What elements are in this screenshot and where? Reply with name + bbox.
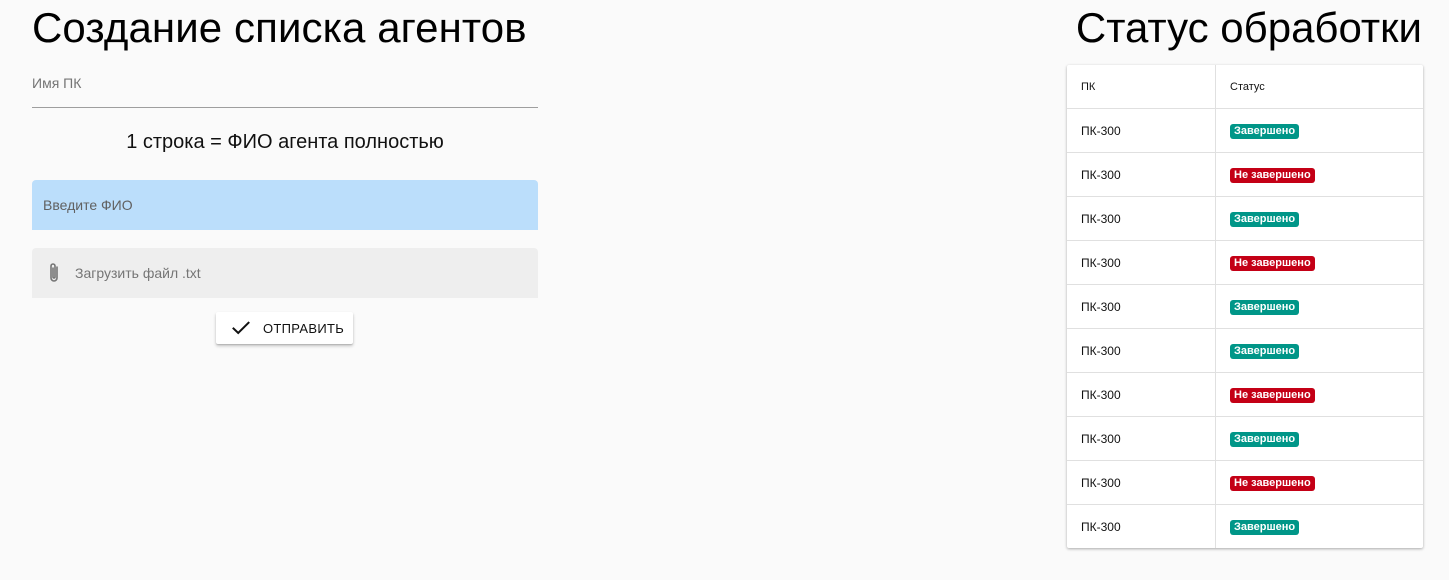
status-cell: Завершено bbox=[1215, 196, 1423, 241]
paperclip-icon bbox=[43, 261, 65, 285]
table-row: ПК-300 Не завершено bbox=[1067, 372, 1423, 417]
status-cell: Не завершено bbox=[1215, 372, 1423, 417]
status-badge: Не завершено bbox=[1230, 387, 1315, 403]
pc-cell: ПК-300 bbox=[1067, 328, 1216, 373]
status-badge: Не завершено bbox=[1230, 475, 1315, 491]
page-title: Создание списка агентов bbox=[32, 4, 527, 51]
table-row: ПК-300 Не завершено bbox=[1067, 240, 1423, 285]
status-badge: Завершено bbox=[1230, 343, 1300, 359]
status-title: Статус обработки bbox=[1075, 4, 1422, 51]
table-row: ПК-300 Завершено bbox=[1067, 108, 1423, 153]
status-cell: Завершено bbox=[1215, 108, 1423, 153]
pc-cell: ПК-300 bbox=[1067, 240, 1216, 285]
table-row: ПК-300 Не завершено bbox=[1067, 152, 1423, 197]
pc-cell: ПК-300 bbox=[1067, 108, 1216, 153]
status-cell: Завершено bbox=[1215, 284, 1423, 329]
table-row: ПК-300 Завершено bbox=[1067, 328, 1423, 373]
table-header-row: ПК Статус bbox=[1067, 65, 1423, 109]
status-cell: Завершено bbox=[1215, 416, 1423, 461]
table-row: ПК-300 Завершено bbox=[1067, 196, 1423, 241]
status-badge: Завершено bbox=[1230, 519, 1300, 535]
status-badge: Завершено bbox=[1230, 299, 1300, 315]
fio-input[interactable] bbox=[32, 180, 538, 230]
table-row: ПК-300 Завершено bbox=[1067, 284, 1423, 329]
pc-name-input[interactable] bbox=[32, 62, 538, 91]
pc-cell: ПК-300 bbox=[1067, 372, 1216, 417]
status-cell: Завершено bbox=[1216, 505, 1424, 549]
pc-cell: ПК-300 bbox=[1067, 504, 1216, 548]
status-table-card: ПК Статус ПК-300 Завершено ПК-300 Не заверш… bbox=[1067, 65, 1423, 548]
status-cell: Не завершено bbox=[1215, 460, 1423, 505]
status-cell: Не завершено bbox=[1215, 240, 1423, 285]
pc-name-field[interactable] bbox=[32, 62, 538, 108]
column-header-status: Статус bbox=[1215, 65, 1423, 109]
fio-field[interactable] bbox=[32, 180, 538, 230]
status-table-body: ПК-300 Завершено ПК-300 Не завершено ПК-300 З… bbox=[1067, 108, 1424, 549]
column-header-pc: ПК bbox=[1067, 65, 1216, 109]
status-badge: Завершено bbox=[1230, 431, 1300, 447]
pc-cell: ПК-300 bbox=[1067, 196, 1216, 241]
pc-cell: ПК-300 bbox=[1067, 416, 1216, 461]
send-button[interactable]: ОТПРАВИТЬ bbox=[216, 312, 353, 344]
pc-cell: ПК-300 bbox=[1067, 460, 1216, 505]
table-row: ПК-300 Завершено bbox=[1067, 504, 1424, 549]
table-row: ПК-300 Завершено bbox=[1067, 416, 1423, 461]
status-badge: Завершено bbox=[1230, 211, 1300, 227]
send-button-label: ОТПРАВИТЬ bbox=[263, 320, 345, 336]
status-table: ПК Статус ПК-300 Завершено ПК-300 Не заверш… bbox=[1067, 65, 1423, 548]
format-hint: 1 строка = ФИО агента полностью bbox=[126, 131, 444, 153]
status-cell: Не завершено bbox=[1215, 152, 1423, 197]
status-badge: Завершено bbox=[1230, 123, 1300, 139]
status-badge: Не завершено bbox=[1230, 167, 1315, 183]
checkmark-icon bbox=[231, 318, 251, 338]
status-cell: Завершено bbox=[1215, 328, 1423, 373]
status-badge: Не завершено bbox=[1230, 255, 1315, 271]
file-upload-label: Загрузить файл .txt bbox=[75, 265, 201, 281]
pc-cell: ПК-300 bbox=[1067, 284, 1216, 329]
pc-cell: ПК-300 bbox=[1067, 152, 1216, 197]
table-row: ПК-300 Не завершено bbox=[1067, 460, 1423, 505]
file-upload-field[interactable]: Загрузить файл .txt bbox=[32, 248, 538, 298]
